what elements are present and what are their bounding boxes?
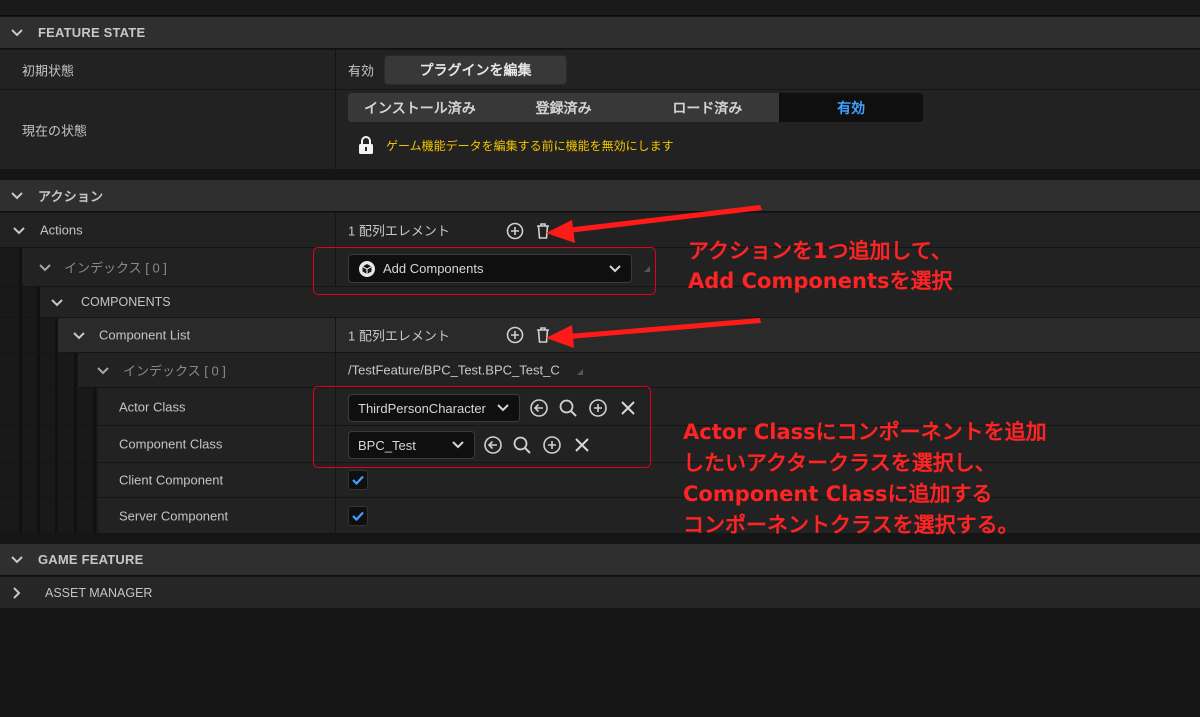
callout-line: Actor Classにコンポーネントを追加: [683, 420, 1047, 444]
annotation-arrow-2-head: [546, 325, 574, 348]
annotation-arrows: [546, 205, 762, 348]
annotation-arrow-1-head: [546, 220, 575, 243]
callout-line: アクションを1つ追加して、: [688, 239, 952, 263]
callout-line: Component Classに追加する: [683, 482, 993, 506]
callout-classes: Actor Classにコンポーネントを追加 したいアクタークラスを選択し、 C…: [683, 417, 1047, 541]
callout-line: Add Componentsを選択: [688, 269, 953, 293]
callout-line: したいアクタークラスを選択し、: [683, 451, 996, 475]
callout-action: アクションを1つ追加して、 Add Componentsを選択: [688, 236, 953, 296]
annotation-arrow-1: [566, 205, 762, 233]
annotation-arrow-2: [568, 318, 761, 339]
callout-line: コンポーネントクラスを選択する。: [683, 513, 1019, 537]
